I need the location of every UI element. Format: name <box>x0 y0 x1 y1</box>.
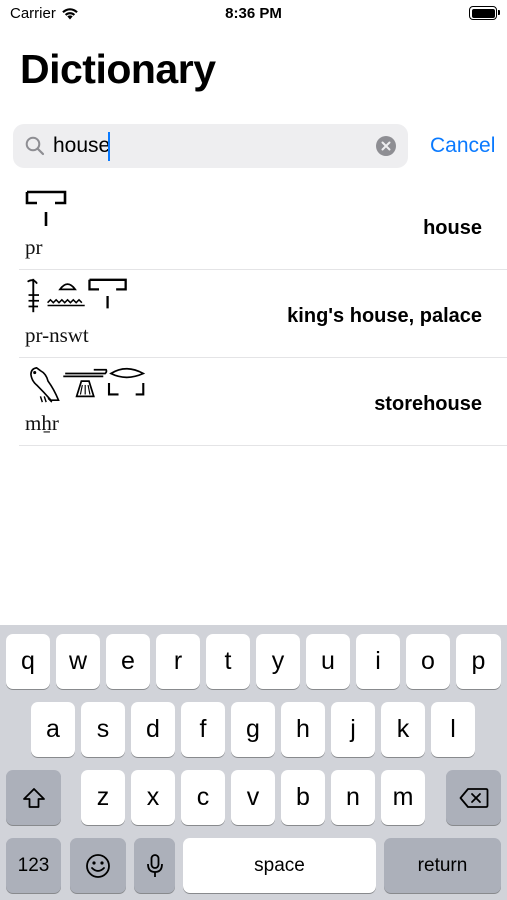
key-b[interactable]: b <box>281 770 325 825</box>
key-z[interactable]: z <box>81 770 125 825</box>
key-h[interactable]: h <box>281 702 325 757</box>
dictation-key[interactable] <box>134 838 175 893</box>
key-j[interactable]: j <box>331 702 375 757</box>
key-g[interactable]: g <box>231 702 275 757</box>
numbers-key[interactable]: 123 <box>6 838 61 893</box>
battery-icon <box>469 6 500 20</box>
delete-key[interactable] <box>446 770 501 825</box>
keyboard: q w e r t y u i o p a s d f g h j k l z … <box>0 625 507 900</box>
key-v[interactable]: v <box>231 770 275 825</box>
text-cursor <box>108 132 110 161</box>
key-f[interactable]: f <box>181 702 225 757</box>
key-m[interactable]: m <box>381 770 425 825</box>
shift-key[interactable] <box>6 770 61 825</box>
key-s[interactable]: s <box>81 702 125 757</box>
key-d[interactable]: d <box>131 702 175 757</box>
pr-nswt-glyphs <box>27 278 127 313</box>
list-item[interactable]: mẖr storehouse <box>19 358 507 446</box>
key-r[interactable]: r <box>156 634 200 689</box>
mic-icon <box>146 853 163 877</box>
key-n[interactable]: n <box>331 770 375 825</box>
key-i[interactable]: i <box>356 634 400 689</box>
space-key[interactable]: space <box>183 838 376 893</box>
delete-icon <box>459 787 488 808</box>
emoji-icon <box>86 853 110 878</box>
clock: 8:36 PM <box>225 5 282 22</box>
search-input[interactable] <box>53 130 373 162</box>
key-u[interactable]: u <box>306 634 350 689</box>
transliteration: pr <box>25 235 43 259</box>
battery-fill <box>471 8 495 18</box>
key-p[interactable]: p <box>456 634 501 689</box>
key-x[interactable]: x <box>131 770 175 825</box>
key-q[interactable]: q <box>6 634 50 689</box>
search-bar[interactable] <box>13 124 408 168</box>
cancel-button[interactable]: Cancel <box>430 134 495 158</box>
list-item[interactable]: pr house <box>19 182 507 270</box>
status-bar: Carrier 8:36 PM <box>0 0 507 28</box>
x-mark-icon <box>381 141 391 151</box>
key-y[interactable]: y <box>256 634 300 689</box>
mhr-glyphs <box>30 366 146 403</box>
key-e[interactable]: e <box>106 634 150 689</box>
meaning: storehouse <box>374 393 482 415</box>
meaning: house <box>423 217 482 239</box>
return-key[interactable]: return <box>384 838 501 893</box>
result-list: pr house pr-nswt king's house, palace mẖ… <box>0 182 507 446</box>
pr-house-glyph <box>25 190 67 226</box>
key-c[interactable]: c <box>181 770 225 825</box>
key-l[interactable]: l <box>431 702 475 757</box>
shift-icon <box>22 787 45 808</box>
list-item[interactable]: pr-nswt king's house, palace <box>19 270 507 358</box>
key-o[interactable]: o <box>406 634 450 689</box>
key-k[interactable]: k <box>381 702 425 757</box>
key-w[interactable]: w <box>56 634 100 689</box>
emoji-key[interactable] <box>70 838 126 893</box>
transliteration: pr-nswt <box>25 323 89 347</box>
clear-search-icon[interactable] <box>376 136 396 156</box>
key-a[interactable]: a <box>31 702 75 757</box>
meaning: king's house, palace <box>287 305 482 327</box>
key-t[interactable]: t <box>206 634 250 689</box>
transliteration: mẖr <box>25 411 59 435</box>
search-icon <box>25 136 45 156</box>
page-title: Dictionary <box>20 46 216 92</box>
